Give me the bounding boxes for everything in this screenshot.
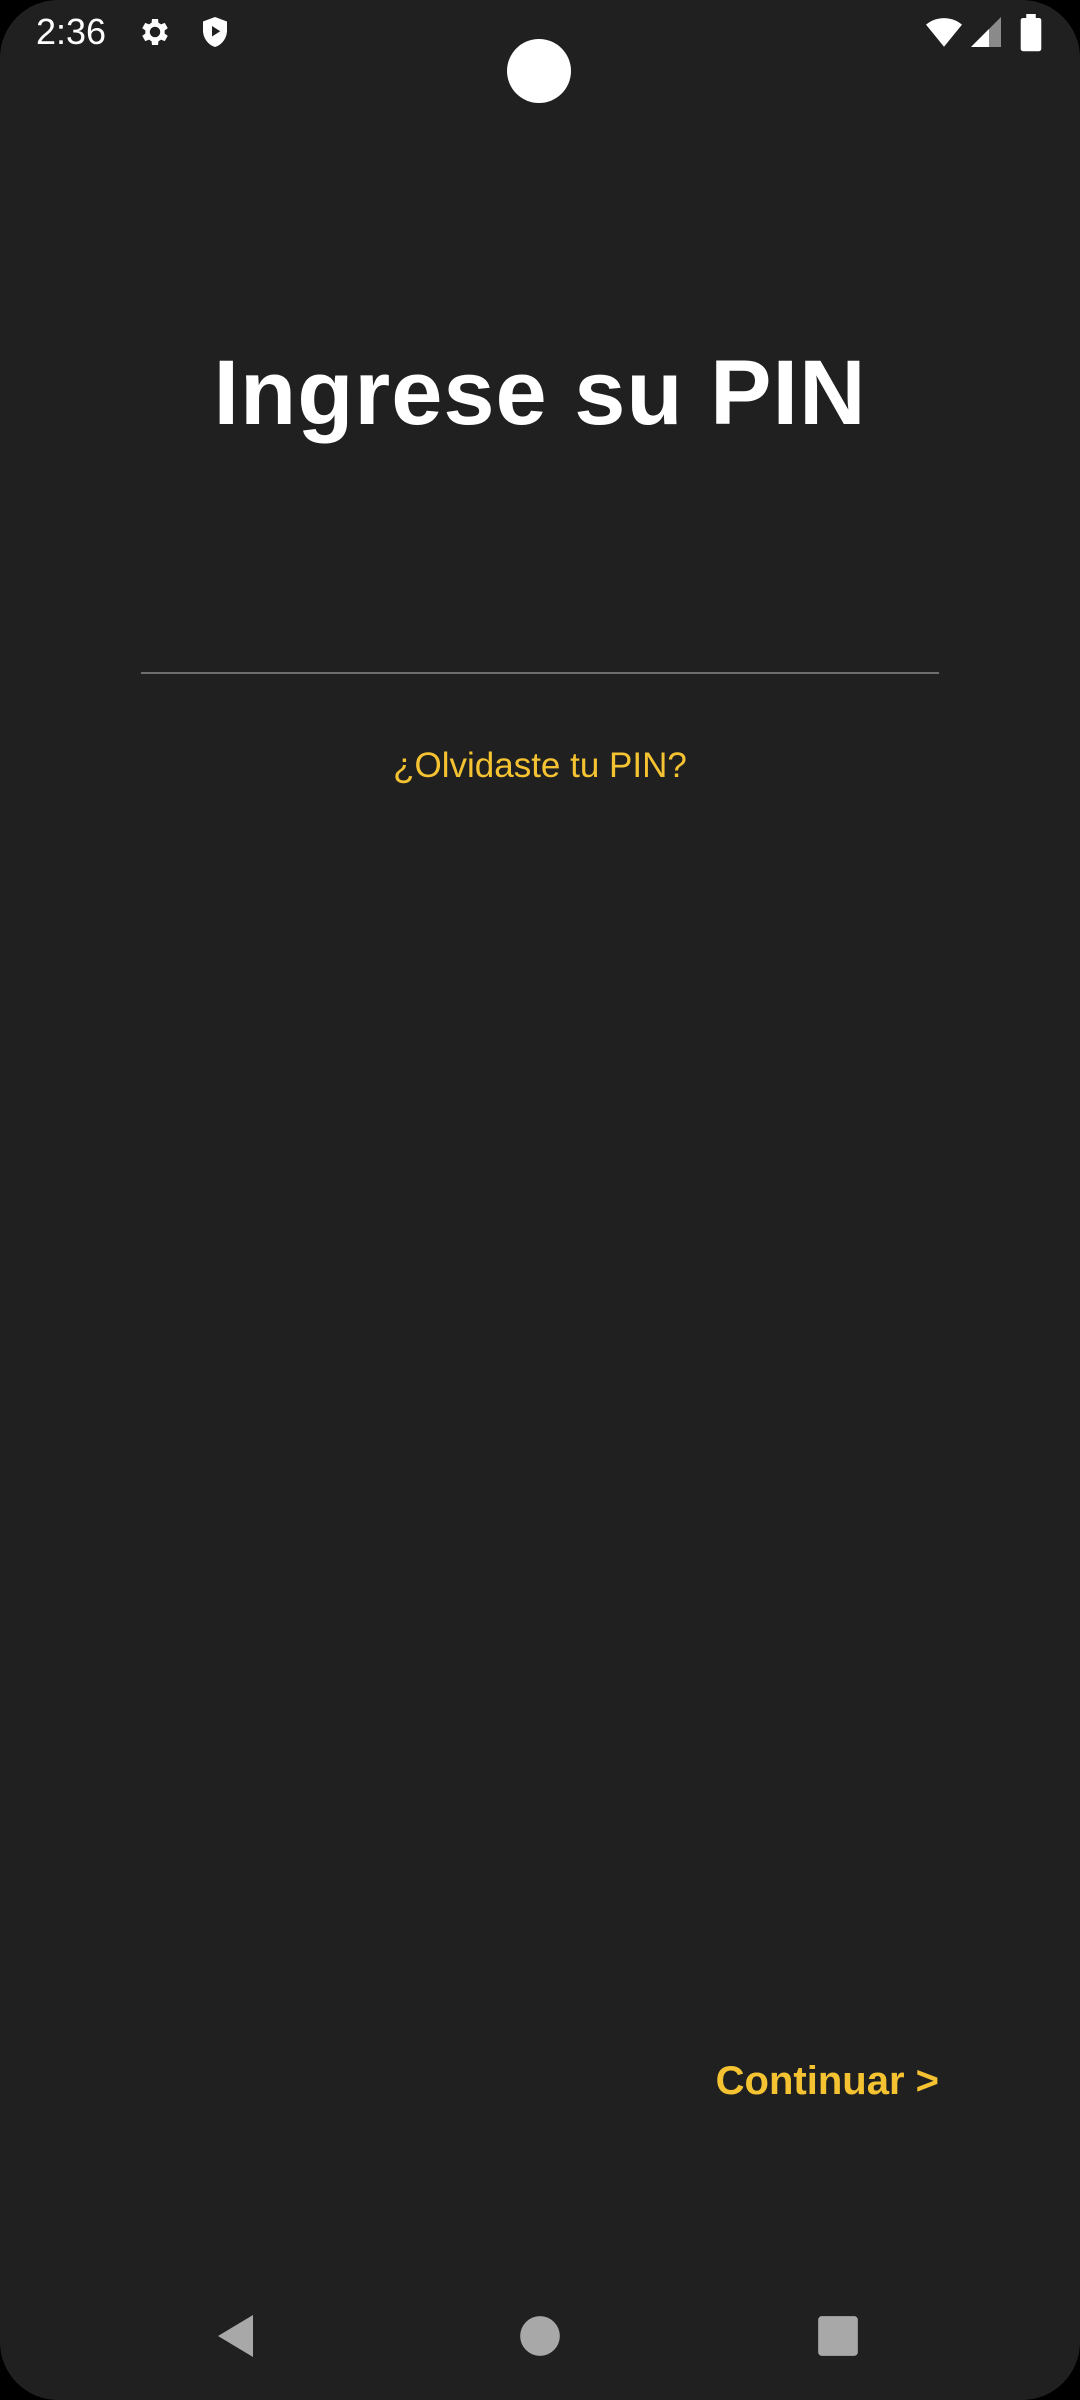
forgot-pin-link[interactable]: ¿Olvidaste tu PIN? — [0, 744, 1080, 788]
status-time: 2:36 — [36, 11, 107, 52]
gear-icon — [137, 14, 173, 50]
recents-icon[interactable] — [810, 2308, 866, 2364]
continue-button[interactable]: Continuar > — [716, 2056, 939, 2106]
home-icon[interactable] — [512, 2308, 568, 2364]
back-icon[interactable] — [211, 2308, 267, 2364]
navigation-bar — [0, 2280, 1080, 2390]
pin-input[interactable] — [141, 560, 939, 674]
page-title: Ingrese su PIN — [213, 342, 867, 444]
app-screen: 2:36 Ingrese su PIN ¿Olvidaste tu PIN? C… — [0, 0, 1080, 2400]
wifi-icon — [924, 14, 964, 50]
shield-play-icon — [197, 14, 233, 50]
battery-icon — [1016, 14, 1046, 52]
camera-cutout — [507, 39, 571, 103]
signal-icon — [968, 14, 1004, 50]
